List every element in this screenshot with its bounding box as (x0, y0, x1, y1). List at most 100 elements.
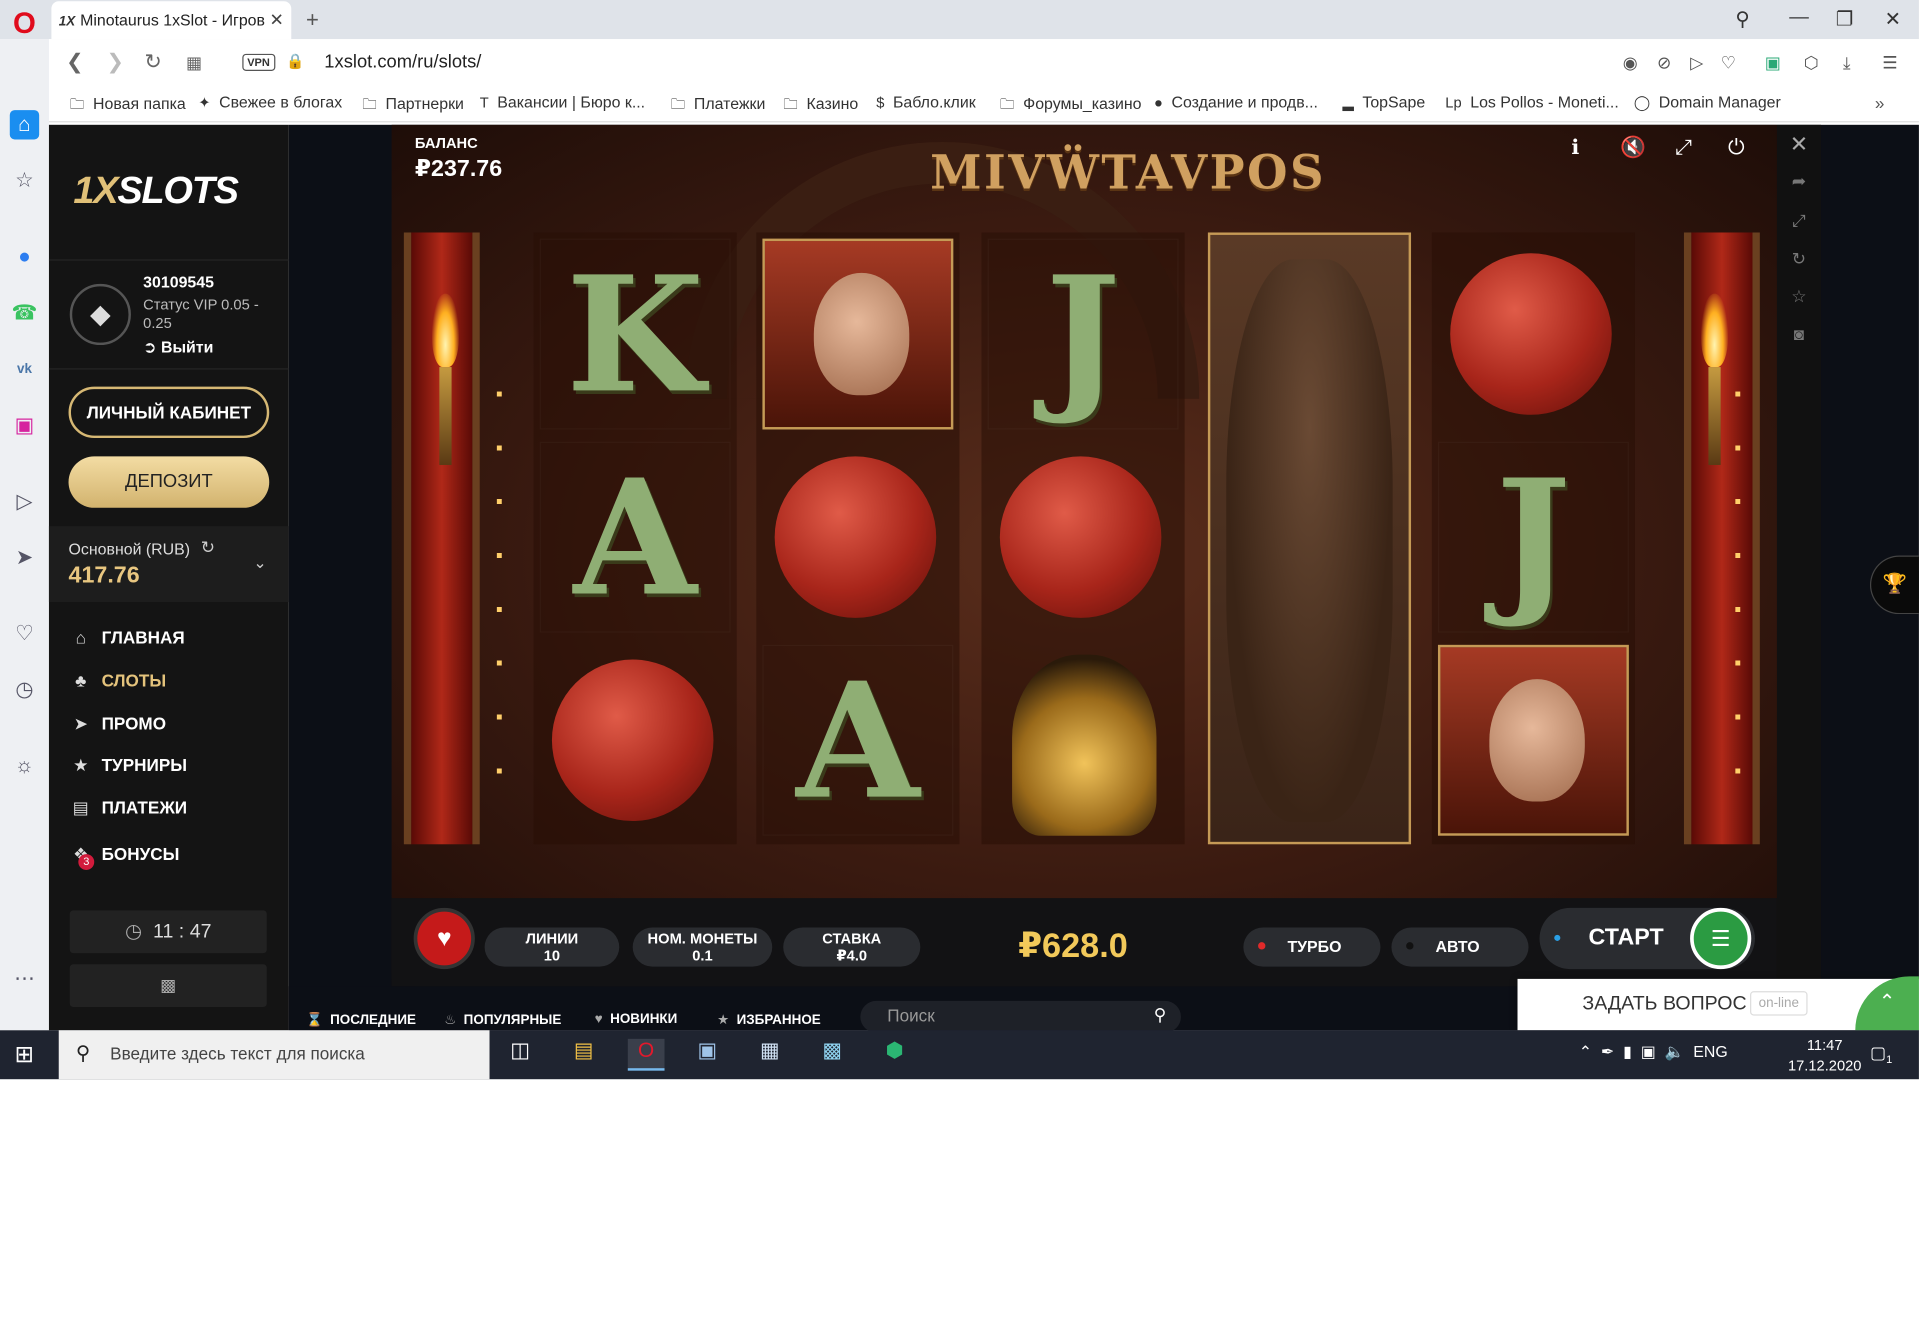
more-bookmarks-icon[interactable]: » (1875, 93, 1885, 113)
cabinet-button[interactable]: ЛИЧНЫЙ КАБИНЕТ (68, 386, 270, 439)
task-view-icon[interactable]: ◫ (502, 1039, 539, 1071)
browser-search-icon[interactable]: ⚲ (1735, 7, 1749, 31)
more-icon[interactable]: ⋯ (10, 964, 39, 993)
block-ads-icon[interactable]: ⊘ (1657, 53, 1671, 74)
tab-4[interactable]: ★ ИЗБРАННОЕ (717, 1012, 821, 1028)
network-icon[interactable]: ▣ (1641, 1043, 1656, 1061)
bookmark-item[interactable]: 🗀 Форумы_казино (1000, 93, 1142, 119)
lines-selector[interactable]: ЛИНИИ 10 (484, 927, 620, 967)
taskbar-clock[interactable]: 11:47 17.12.2020 (1788, 1035, 1862, 1077)
bookmark-item[interactable]: ● Создание и продв... (1154, 93, 1318, 111)
extension-icon[interactable]: ▣ (1765, 53, 1781, 74)
bookmark-item[interactable]: T Вакансии | Бюро к... (480, 93, 645, 111)
new-tab-button[interactable]: + (306, 7, 319, 33)
taskbar-search-input[interactable]: ⚲ Введите здесь текст для поиска (58, 1030, 490, 1080)
reload-game-icon[interactable]: ↻ (1786, 248, 1813, 269)
close-window-icon[interactable]: ✕ (1885, 7, 1901, 31)
toggle-icon[interactable]: ◙ (1786, 324, 1813, 344)
restore-icon[interactable]: ❐ (1836, 7, 1854, 31)
download-icon[interactable]: ⤓ (1843, 53, 1851, 74)
tab-2[interactable]: ♨ ПОПУЛЯРНЫЕ (444, 1012, 561, 1028)
deposit-button[interactable]: ДЕПОЗИТ (68, 456, 270, 508)
easy-setup-icon[interactable]: ☰ (1882, 53, 1897, 74)
calculator-icon[interactable]: ▦ (751, 1039, 788, 1071)
bookmark-item[interactable]: ◯ Domain Manager (1634, 93, 1781, 111)
shield-app-icon[interactable]: ⬢ (876, 1039, 913, 1071)
minimize-icon[interactable]: — (1789, 7, 1809, 29)
share-icon[interactable]: ➦ (1786, 171, 1813, 192)
notifications-icon[interactable]: ▢1 (1870, 1043, 1892, 1066)
game-search-input[interactable]: Поиск ⚲ (860, 1000, 1181, 1033)
bookmark-item[interactable]: 🗀 Партнерки (362, 93, 464, 119)
info-icon[interactable]: i (1571, 136, 1579, 160)
lightbulb-icon[interactable]: ☼ (10, 751, 39, 780)
close-game-icon[interactable]: ✕ (1786, 132, 1813, 158)
ask-question-label[interactable]: ЗАДАТЬ ВОПРОС (1582, 994, 1746, 1016)
back-icon[interactable]: ❮ (66, 50, 83, 74)
book-icon[interactable]: ▩ (814, 1039, 851, 1071)
site-logo[interactable]: 1XSLOTS (73, 169, 239, 213)
language-indicator[interactable]: ENG (1693, 1043, 1727, 1061)
bookmark-item[interactable]: Lp Los Pollos - Moneti... (1445, 93, 1618, 111)
app-window-icon[interactable]: ▣ (689, 1039, 726, 1071)
sidebar-item-3[interactable]: ➤ ПРОМО (69, 713, 166, 734)
reload-icon[interactable]: ↻ (144, 50, 161, 74)
tab-1[interactable]: ⌛ ПОСЛЕДНИЕ (306, 1012, 416, 1028)
cube-icon[interactable]: ⬡ (1804, 53, 1819, 74)
system-tray[interactable]: ⌃ ✒ ▮ ▣ 🔈 ENG (1579, 1043, 1728, 1063)
windows-start-icon[interactable]: ⊞ (15, 1041, 34, 1069)
bookmark-item[interactable]: 🗀 Платежки (671, 93, 766, 119)
android-app-button[interactable]: ▩ (69, 964, 267, 1008)
home-icon[interactable]: ⌂ (9, 110, 40, 140)
gamble-cards-button[interactable]: ♥ (413, 907, 475, 970)
speed-dial-icon[interactable]: ▦ (186, 53, 202, 74)
bookmark-item[interactable]: ✦ Свежее в блогах (198, 93, 342, 111)
sidebar-item-2[interactable]: ♣ СЛОТЫ (69, 671, 166, 691)
star-icon[interactable]: ☆ (10, 166, 39, 195)
turbo-toggle[interactable]: ТУРБО (1243, 927, 1381, 967)
battery-icon[interactable]: ▮ (1623, 1043, 1632, 1061)
send-icon[interactable]: ▷ (1690, 53, 1703, 74)
auto-toggle[interactable]: АВТО (1391, 927, 1529, 967)
bet-selector[interactable]: СТАВКА ₽4.0 (783, 927, 921, 967)
tab-close-icon[interactable]: ✕ (270, 10, 284, 31)
sidebar-item-4[interactable]: ★ ТУРНИРЫ (69, 755, 187, 776)
chevron-up-icon[interactable]: ⌃ (1579, 1043, 1592, 1061)
url-field[interactable]: 1xslot.com/ru/slots/ (324, 51, 481, 72)
opera-logo-icon[interactable]: O (7, 7, 41, 41)
player-icon[interactable]: ▷ (10, 487, 39, 516)
instagram-icon[interactable]: ▣ (10, 411, 39, 440)
expand-icon[interactable]: ⤢ (1786, 210, 1813, 231)
chevron-down-icon[interactable]: ⌄ (253, 553, 266, 573)
refresh-balance-icon[interactable]: ↻ (201, 537, 215, 558)
money-stack-icon[interactable]: ☰ (1690, 907, 1752, 970)
file-explorer-icon[interactable]: ▤ (565, 1039, 602, 1071)
coin-value-selector[interactable]: НОМ. МОНЕТЫ 0.1 (632, 927, 773, 967)
history-icon[interactable]: ◷ (10, 675, 39, 704)
logout-link[interactable]: ➲ Выйти (143, 338, 213, 358)
pen-icon[interactable]: ✒ (1601, 1043, 1614, 1061)
messenger-icon[interactable]: ● (10, 242, 39, 271)
flow-icon[interactable]: ➤ (10, 543, 39, 572)
camera-icon[interactable]: ◉ (1623, 53, 1638, 74)
lock-icon[interactable]: 🔒 (286, 53, 304, 70)
bookmark-item[interactable]: 🗀 Казино (783, 93, 858, 119)
vpn-badge[interactable]: VPN (242, 53, 275, 71)
forward-icon[interactable]: ❯ (106, 50, 123, 74)
tab-3[interactable]: ♥ НОВИНКИ (595, 1012, 678, 1027)
favorites-heart-icon[interactable]: ♡ (10, 619, 39, 648)
vk-icon[interactable]: vk (10, 355, 39, 384)
volume-icon[interactable]: 🔈 (1665, 1043, 1685, 1061)
heart-icon[interactable]: ♡ (1721, 53, 1736, 74)
power-icon[interactable]: ⏻ (1728, 136, 1744, 160)
mute-icon[interactable]: 🔇 (1620, 136, 1646, 160)
sidebar-item-1[interactable]: ⌂ ГЛАВНАЯ (69, 628, 185, 648)
fullscreen-icon[interactable]: ⤢ (1675, 136, 1692, 160)
opera-taskbar-icon[interactable]: O (627, 1038, 665, 1071)
favorite-star-icon[interactable]: ☆ (1786, 286, 1813, 307)
bookmark-item[interactable]: 🗀 Новая папка (70, 93, 186, 119)
bookmark-item[interactable]: ▂ TopSape (1343, 93, 1426, 111)
browser-tab[interactable]: 1X Minotaurus 1xSlot - Игров ✕ (51, 1, 292, 40)
whatsapp-icon[interactable]: ☎ (10, 299, 39, 328)
sidebar-item-5[interactable]: ▤ ПЛАТЕЖИ (69, 798, 187, 819)
